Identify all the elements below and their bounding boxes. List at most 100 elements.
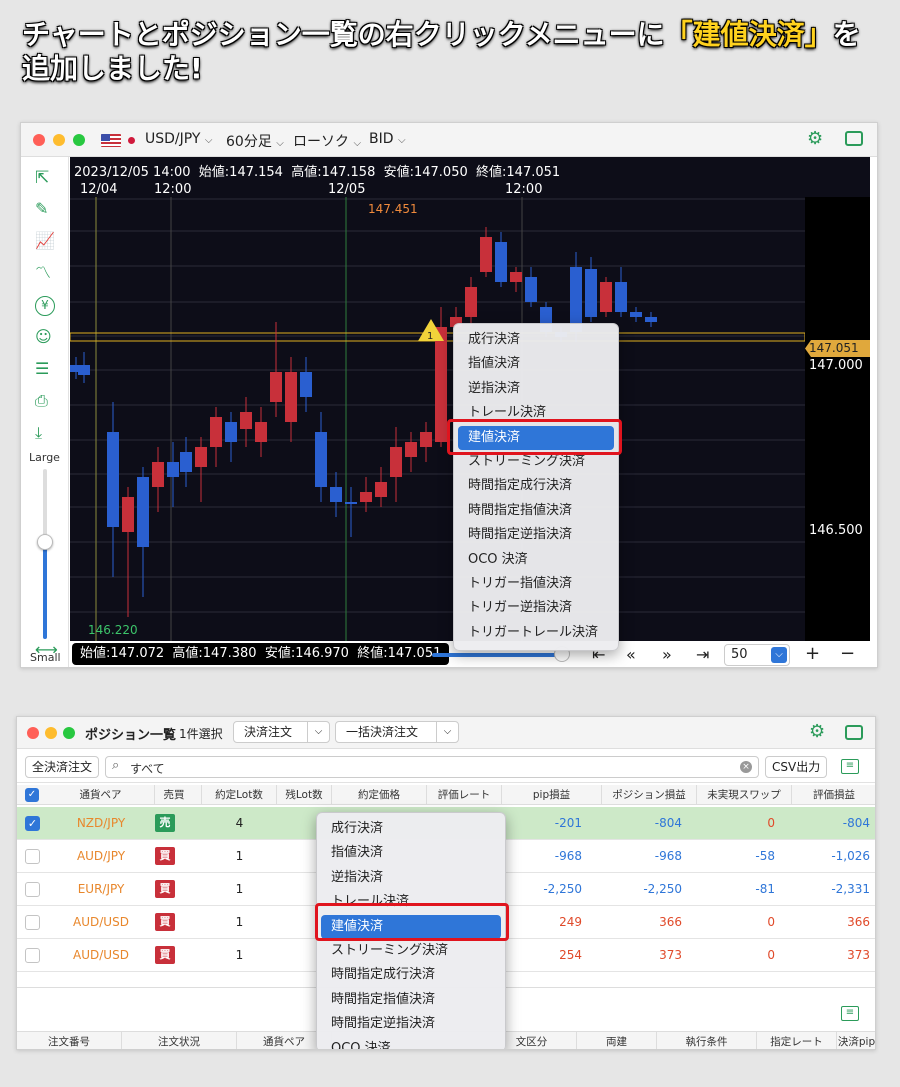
count-select[interactable]: 50 ⌵ [724, 644, 790, 666]
table-icon[interactable]: ≡ [841, 759, 859, 774]
menu-item[interactable]: トリガー指値決済 [454, 572, 618, 596]
column-header[interactable]: 評価損益 [792, 785, 875, 805]
bulk-settle-button[interactable]: 一括決済注文 ⌵ [335, 721, 459, 743]
candle [300, 372, 312, 397]
yen-icon[interactable]: ¥ [35, 296, 55, 316]
currency-pair: AUD/JPY [76, 849, 126, 863]
line-chart-icon[interactable]: 📈 [35, 232, 55, 250]
candle [195, 447, 207, 467]
order-column-header[interactable]: 指定レート [757, 1032, 837, 1049]
print-icon[interactable]: ⎙ [35, 392, 48, 410]
candle [137, 477, 149, 547]
row-checkbox[interactable] [25, 915, 40, 930]
minimize-button[interactable] [53, 134, 65, 146]
checklist-icon[interactable]: ☰ [35, 360, 49, 378]
order-column-header[interactable]: 執行条件 [657, 1032, 757, 1049]
column-header[interactable]: 約定価格 [332, 785, 427, 805]
row-checkbox[interactable]: ✓ [25, 816, 40, 831]
column-header[interactable]: 評価レート [427, 785, 502, 805]
order-column-header[interactable]: 注文状況 [122, 1032, 237, 1049]
order-column-header[interactable]: 両建 [577, 1032, 657, 1049]
column-header[interactable]: 残Lot数 [277, 785, 332, 805]
expand-horizontal-icon[interactable]: ⟷ [35, 641, 58, 659]
next-page-icon[interactable]: » [662, 645, 672, 664]
download-icon[interactable]: ⤓ [35, 424, 42, 442]
pricetype-select[interactable]: BID ⌵ [369, 131, 406, 147]
column-header[interactable]: 約定Lot数 [202, 785, 277, 805]
candle [270, 372, 282, 402]
last-page-icon[interactable]: ⇥ [696, 645, 709, 664]
clear-icon: × [740, 761, 752, 773]
settle-all-button[interactable]: 全決済注文 [25, 756, 100, 778]
side-badge: 買 [155, 946, 175, 964]
eval-pl: -804 [842, 816, 870, 830]
currency-pair: AUD/USD [73, 948, 129, 962]
charttype-select[interactable]: ローソク ⌵ [293, 131, 361, 151]
zoom-button[interactable] [73, 134, 85, 146]
zoom-button[interactable] [63, 727, 75, 739]
menu-item[interactable]: ストリーミング決済 [317, 939, 505, 963]
menu-item[interactable]: 時間指定成行決済 [454, 474, 618, 498]
face-icon[interactable]: ☺ [35, 328, 52, 346]
menu-item[interactable]: 成行決済 [454, 328, 618, 352]
candle [315, 432, 327, 487]
alert-marker-label: 1 [427, 331, 434, 342]
menu-item[interactable]: 指値決済 [454, 352, 618, 376]
menu-item[interactable]: 時間指定成行決済 [317, 963, 505, 987]
scroll-slider[interactable] [432, 653, 558, 657]
candle [167, 462, 179, 477]
column-header[interactable]: pip損益 [502, 785, 602, 805]
gear-icon[interactable]: ⚙ [809, 723, 825, 741]
menu-item[interactable]: 時間指定逆指決済 [317, 1012, 505, 1036]
settle-order-button[interactable]: 決済注文 ⌵ [233, 721, 330, 743]
table-icon[interactable]: ≡ [841, 1006, 859, 1021]
size-slider-knob[interactable] [37, 534, 53, 550]
headline: チャートとポジション一覧の右クリックメニューに「建値決済」を追加しました! [22, 18, 882, 86]
menu-item[interactable]: OCO 決済 [454, 548, 618, 572]
menu-item[interactable]: 指値決済 [317, 841, 505, 865]
pip-pl: -968 [554, 849, 582, 863]
menu-item[interactable]: トリガー逆指決済 [454, 596, 618, 620]
menu-item[interactable]: トリガートレール決済 [454, 621, 618, 645]
candle [152, 462, 164, 487]
column-header[interactable]: 売買 [147, 785, 202, 805]
csv-export-button[interactable]: CSV出力 [765, 756, 828, 778]
order-column-header[interactable]: 注文番号 [17, 1032, 122, 1049]
menu-item[interactable]: OCO 決済 [317, 1037, 505, 1049]
indicator-icon[interactable]: 〽 [35, 264, 51, 282]
pencil-icon[interactable]: ✎ [35, 200, 48, 218]
position-title: ポジション一覧 [85, 728, 177, 743]
select-all-checkbox[interactable]: ✓ [25, 788, 39, 802]
order-column-header[interactable]: 決済pip差 [837, 1032, 875, 1049]
column-header[interactable]: ポジション損益 [602, 785, 697, 805]
chevron-down-icon: ⌵ [276, 138, 284, 149]
close-button[interactable] [33, 134, 45, 146]
zoom-in-icon[interactable]: + [805, 643, 820, 664]
menu-item[interactable]: 成行決済 [317, 817, 505, 841]
cursor-icon[interactable]: ⇱ [35, 169, 49, 187]
menu-item[interactable]: 時間指定指値決済 [317, 988, 505, 1012]
close-button[interactable] [27, 727, 39, 739]
minimize-button[interactable] [45, 727, 57, 739]
prev-page-icon[interactable]: « [626, 645, 636, 664]
lot-count: 1 [235, 882, 244, 896]
menu-item[interactable]: 逆指決済 [454, 377, 618, 401]
headline-highlight: 「建値決済」 [664, 18, 833, 51]
search-field[interactable]: ⌕ すべて × [105, 756, 759, 778]
column-header[interactable]: 未実現スワップ [697, 785, 792, 805]
menu-item[interactable]: 時間指定指値決済 [454, 499, 618, 523]
row-checkbox[interactable] [25, 948, 40, 963]
symbol-select[interactable]: USD/JPY ⌵ [145, 131, 213, 147]
size-slider-track[interactable] [43, 469, 47, 639]
row-checkbox[interactable] [25, 849, 40, 864]
gear-icon[interactable]: ⚙ [807, 130, 823, 148]
menu-item[interactable]: 逆指決済 [317, 866, 505, 890]
timeframe-select[interactable]: 60分足 ⌵ [226, 131, 284, 151]
candle [495, 242, 507, 282]
window-icon[interactable] [845, 131, 863, 146]
window-icon[interactable] [845, 725, 863, 740]
menu-item[interactable]: 時間指定逆指決済 [454, 523, 618, 547]
column-header[interactable]: 通貨ペア [47, 785, 155, 805]
row-checkbox[interactable] [25, 882, 40, 897]
zoom-out-icon[interactable]: − [840, 643, 855, 664]
